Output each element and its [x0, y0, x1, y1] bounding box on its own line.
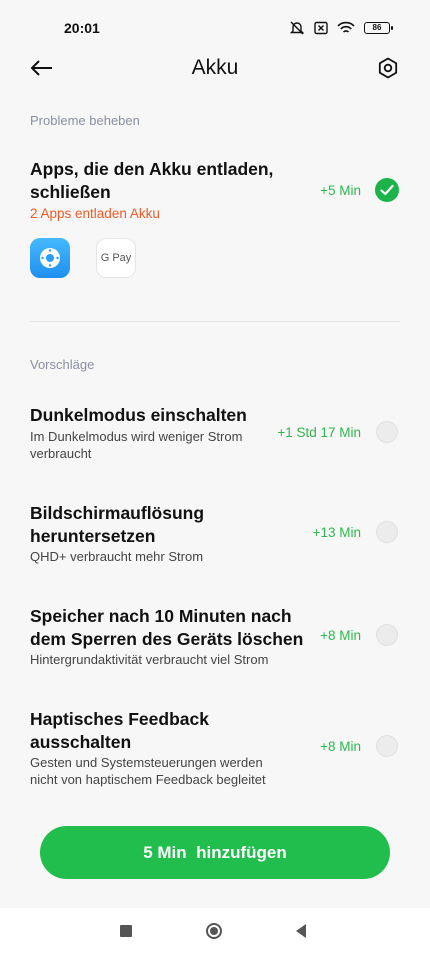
section-label-problems: Probleme beheben: [30, 113, 140, 128]
suggestion-radio[interactable]: [376, 624, 398, 646]
suggestion-title-line2: heruntersetzen: [30, 526, 156, 546]
suggestion-desc-line2: nicht von haptischem Feedback begleitet: [30, 772, 266, 787]
suggestion-title-line1: Haptisches Feedback: [30, 709, 209, 729]
suggestion-radio[interactable]: [376, 421, 398, 443]
gear-icon[interactable]: [374, 54, 402, 82]
suggestion-desc-line2: verbraucht: [30, 446, 92, 461]
status-time: 20:01: [64, 20, 100, 36]
suggestion-gain: +13 Min: [312, 525, 361, 540]
app-bar: Akku: [0, 44, 430, 92]
page-title: Akku: [191, 56, 239, 79]
recents-icon[interactable]: [120, 925, 132, 937]
sim-off-icon: [314, 21, 328, 35]
problem-gain: +5 Min: [320, 183, 361, 198]
navigation-bar: [0, 908, 430, 954]
blue-app-icon: [30, 238, 70, 278]
suggestion-gain: +8 Min: [320, 739, 361, 754]
wifi-icon: [337, 21, 355, 35]
section-label-suggestions: Vorschläge: [30, 357, 95, 372]
check-icon[interactable]: [375, 178, 399, 202]
suggestion-title-line1: Speicher nach 10 Minuten nach: [30, 606, 292, 626]
suggestion-title: Dunkelmodus einschalten: [30, 405, 247, 425]
suggestion-desc-line1: Hintergrundaktivität verbraucht viel Str…: [30, 652, 269, 667]
home-icon[interactable]: [206, 923, 222, 939]
battery-icon: 86: [364, 22, 393, 34]
add-time-button[interactable]: 5 Min hinzufügen: [40, 826, 390, 879]
suggestion-title-line2: ausschalten: [30, 732, 132, 752]
back-arrow-icon[interactable]: [28, 54, 56, 82]
suggestion-gain: +1 Std 17 Min: [277, 425, 361, 440]
problem-warning: 2 Apps entladen Akku: [30, 206, 160, 221]
divider: [30, 321, 400, 322]
suggestion-desc-line1: Im Dunkelmodus wird weniger Strom: [30, 429, 243, 444]
suggestion-title-line1: Bildschirmauflösung: [30, 503, 205, 523]
google-pay-icon: G Pay: [96, 238, 136, 278]
google-pay-label: G Pay: [100, 252, 132, 264]
back-icon[interactable]: [296, 924, 306, 938]
problem-title-line2: schließen: [30, 182, 111, 202]
suggestion-title-line2: dem Sperren des Geräts löschen: [30, 629, 304, 649]
suggestion-radio[interactable]: [376, 521, 398, 543]
mute-icon: [289, 20, 305, 36]
suggestion-desc-line1: Gesten und Systemsteuerungen werden: [30, 755, 263, 770]
suggestion-desc-line1: QHD+ verbraucht mehr Strom: [30, 549, 204, 564]
suggestion-radio[interactable]: [376, 735, 398, 757]
status-icons: 86: [289, 20, 393, 36]
suggestion-gain: +8 Min: [320, 628, 361, 643]
problem-title-line1: Apps, die den Akku entladen,: [30, 159, 274, 179]
